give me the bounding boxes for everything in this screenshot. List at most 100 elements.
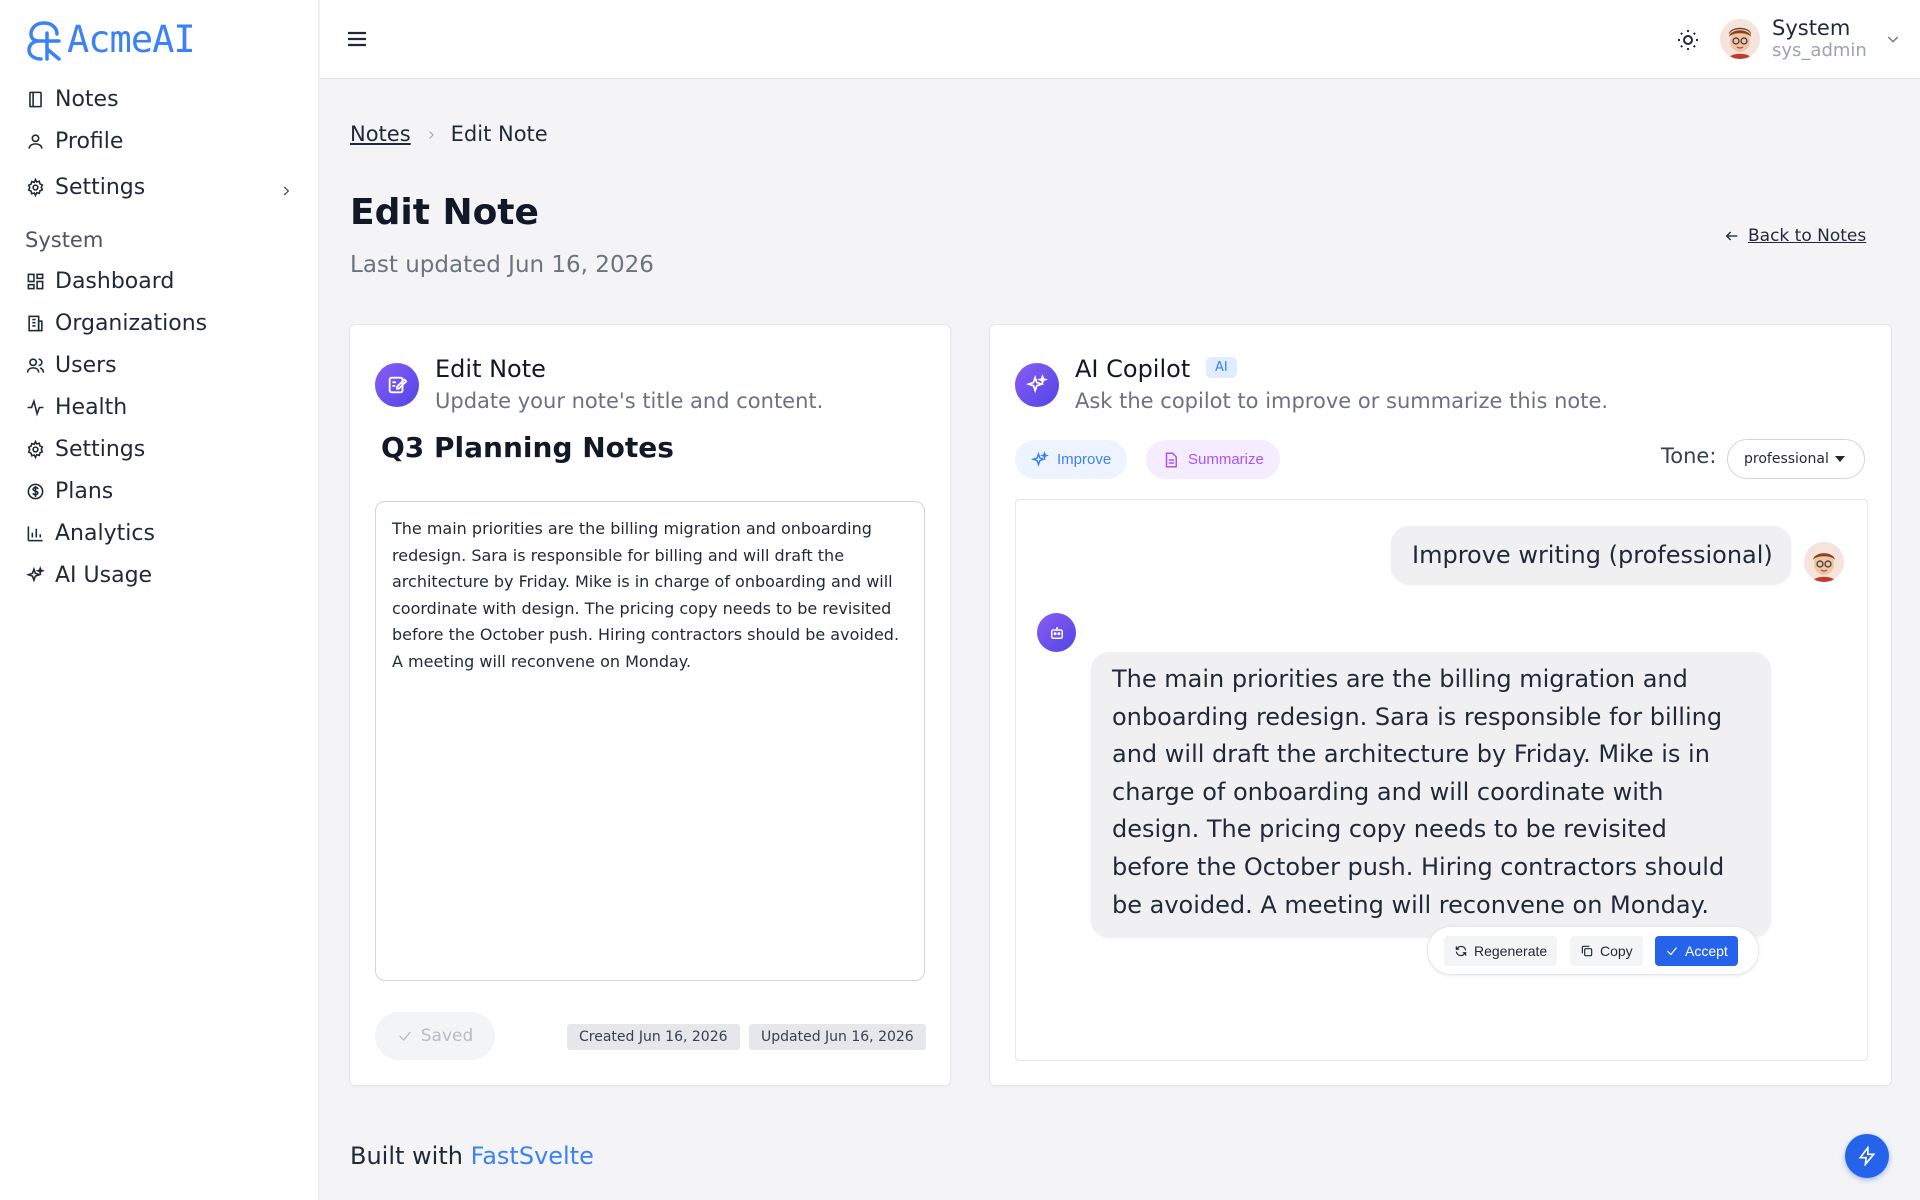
sidebar-item-health[interactable]: Health	[25, 386, 295, 428]
sidebar-item-label: Plans	[55, 478, 114, 504]
tone-select[interactable]: professional	[1727, 439, 1865, 479]
sidebar-item-label: Health	[55, 394, 128, 420]
copy-icon	[1581, 945, 1593, 957]
sidebar-item-notes[interactable]: Notes	[25, 78, 295, 120]
users-icon	[25, 355, 45, 375]
accept-label: Accept	[1685, 943, 1728, 959]
tone-label: Tone:	[1661, 444, 1717, 468]
check-icon	[1666, 947, 1678, 956]
sidebar-item-label: Analytics	[55, 520, 155, 546]
sidebar-item-label: Dashboard	[55, 268, 175, 294]
sidebar-item-label: Settings	[55, 174, 146, 200]
message-actions: Regenerate Copy Accept	[1427, 926, 1759, 975]
sidebar-item-dashboard[interactable]: Dashboard	[25, 260, 295, 302]
hamburger-icon	[348, 31, 366, 47]
chevron-right-icon	[425, 122, 437, 146]
check-icon	[398, 1031, 411, 1041]
accept-button[interactable]: Accept	[1655, 936, 1738, 966]
page-title: Edit Note	[350, 192, 539, 233]
sidebar-nav-main: Notes Profile Settings System Dashboard …	[25, 78, 295, 596]
copilot-subtitle: Ask the copilot to improve or summarize …	[1075, 389, 1609, 413]
sidebar-item-label: Settings	[55, 436, 146, 462]
sidebar-item-plans[interactable]: Plans	[25, 470, 295, 512]
ai-badge: AI	[1206, 357, 1237, 378]
footer: Built with FastSvelte	[350, 1142, 594, 1170]
sidebar-item-settings[interactable]: Settings	[25, 166, 295, 208]
sidebar-item-label: Notes	[55, 86, 119, 112]
ai-copilot-card: AI Copilot AI Ask the copilot to improve…	[989, 324, 1892, 1086]
sidebar-item-analytics[interactable]: Analytics	[25, 512, 295, 554]
caret-down-icon	[1834, 456, 1845, 462]
lightning-icon	[1858, 1146, 1876, 1166]
document-icon	[1165, 452, 1177, 467]
sidebar-item-system-settings[interactable]: Settings	[25, 428, 295, 470]
notebook-icon	[25, 89, 45, 109]
note-body-textarea[interactable]: The main priorities are the billing migr…	[375, 501, 925, 981]
arrow-left-icon	[1725, 231, 1738, 241]
breadcrumb-link-notes[interactable]: Notes	[350, 122, 411, 146]
sparkles-icon	[1015, 363, 1059, 407]
editor-card-title: Edit Note	[435, 355, 546, 383]
footer-link[interactable]: FastSvelte	[471, 1142, 594, 1170]
note-title-input[interactable]: Q3 Planning Notes	[381, 431, 674, 464]
sidebar-section-title: System	[25, 228, 104, 252]
regenerate-button[interactable]: Regenerate	[1444, 936, 1558, 966]
back-to-notes-link[interactable]: Back to Notes	[1724, 226, 1866, 246]
chat-panel: Improve writing (professional) The main …	[1015, 499, 1868, 1061]
sidebar-item-label: AI Usage	[55, 562, 153, 588]
dollar-icon	[25, 481, 45, 501]
bot-icon	[1037, 613, 1076, 652]
gear-icon	[25, 439, 45, 459]
theme-toggle-button[interactable]	[1676, 28, 1700, 52]
sidebar-item-label: Users	[55, 352, 117, 378]
avatar	[1720, 19, 1760, 59]
quick-action-button[interactable]	[1845, 1134, 1889, 1178]
sidebar-item-ai-usage[interactable]: AI Usage	[25, 554, 295, 596]
back-to-notes-label: Back to Notes	[1748, 226, 1867, 246]
user-menu[interactable]: System sys_admin	[1720, 16, 1901, 62]
summarize-button[interactable]: Summarize	[1146, 440, 1280, 479]
sun-icon	[1678, 30, 1698, 50]
gear-icon	[25, 177, 45, 197]
saved-button[interactable]: Saved	[375, 1012, 495, 1060]
summarize-label: Summarize	[1188, 451, 1264, 468]
breadcrumb-current: Edit Note	[450, 122, 548, 146]
sidebar-item-profile[interactable]: Profile	[25, 120, 295, 162]
sidebar: AcmeAI Notes Profile Settings System Das…	[0, 0, 319, 1200]
topbar: System sys_admin	[320, 0, 1920, 79]
user-handle: sys_admin	[1772, 40, 1867, 61]
chevron-right-icon	[279, 179, 295, 196]
improve-button[interactable]: Improve	[1015, 440, 1128, 479]
copy-label: Copy	[1600, 943, 1633, 959]
brand-name: AcmeAI	[67, 18, 196, 61]
editor-card-subtitle: Update your note's title and content.	[435, 389, 824, 413]
copilot-title: AI Copilot	[1075, 355, 1191, 383]
note-editor-card: Edit Note Update your note's title and c…	[349, 324, 951, 1086]
copy-button[interactable]: Copy	[1570, 936, 1643, 966]
assistant-message-bubble: The main priorities are the billing migr…	[1091, 652, 1771, 937]
avatar	[1804, 542, 1844, 582]
brand-logo[interactable]: AcmeAI	[25, 18, 196, 61]
menu-toggle-button[interactable]	[346, 28, 368, 50]
user-message-bubble: Improve writing (professional)	[1391, 526, 1791, 584]
tone-value: professional	[1744, 451, 1829, 467]
edit-note-icon	[375, 363, 419, 407]
breadcrumb: Notes Edit Note	[350, 122, 548, 146]
sidebar-item-label: Profile	[55, 128, 124, 154]
saved-label: Saved	[420, 1026, 474, 1046]
acme-logo-icon	[27, 20, 61, 61]
created-date-badge: Created Jun 16, 2026	[567, 1024, 740, 1050]
improve-label: Improve	[1057, 451, 1112, 468]
activity-icon	[25, 397, 45, 417]
refresh-icon	[1455, 945, 1467, 957]
dashboard-icon	[25, 271, 45, 291]
sparkles-icon	[25, 565, 45, 585]
sidebar-item-organizations[interactable]: Organizations	[25, 302, 295, 344]
sparkles-icon	[1031, 450, 1049, 467]
user-icon	[25, 131, 45, 151]
sidebar-item-users[interactable]: Users	[25, 344, 295, 386]
regenerate-label: Regenerate	[1474, 943, 1548, 959]
building-icon	[25, 313, 45, 333]
updated-date-badge: Updated Jun 16, 2026	[749, 1024, 926, 1050]
chevron-down-icon	[1885, 31, 1901, 47]
